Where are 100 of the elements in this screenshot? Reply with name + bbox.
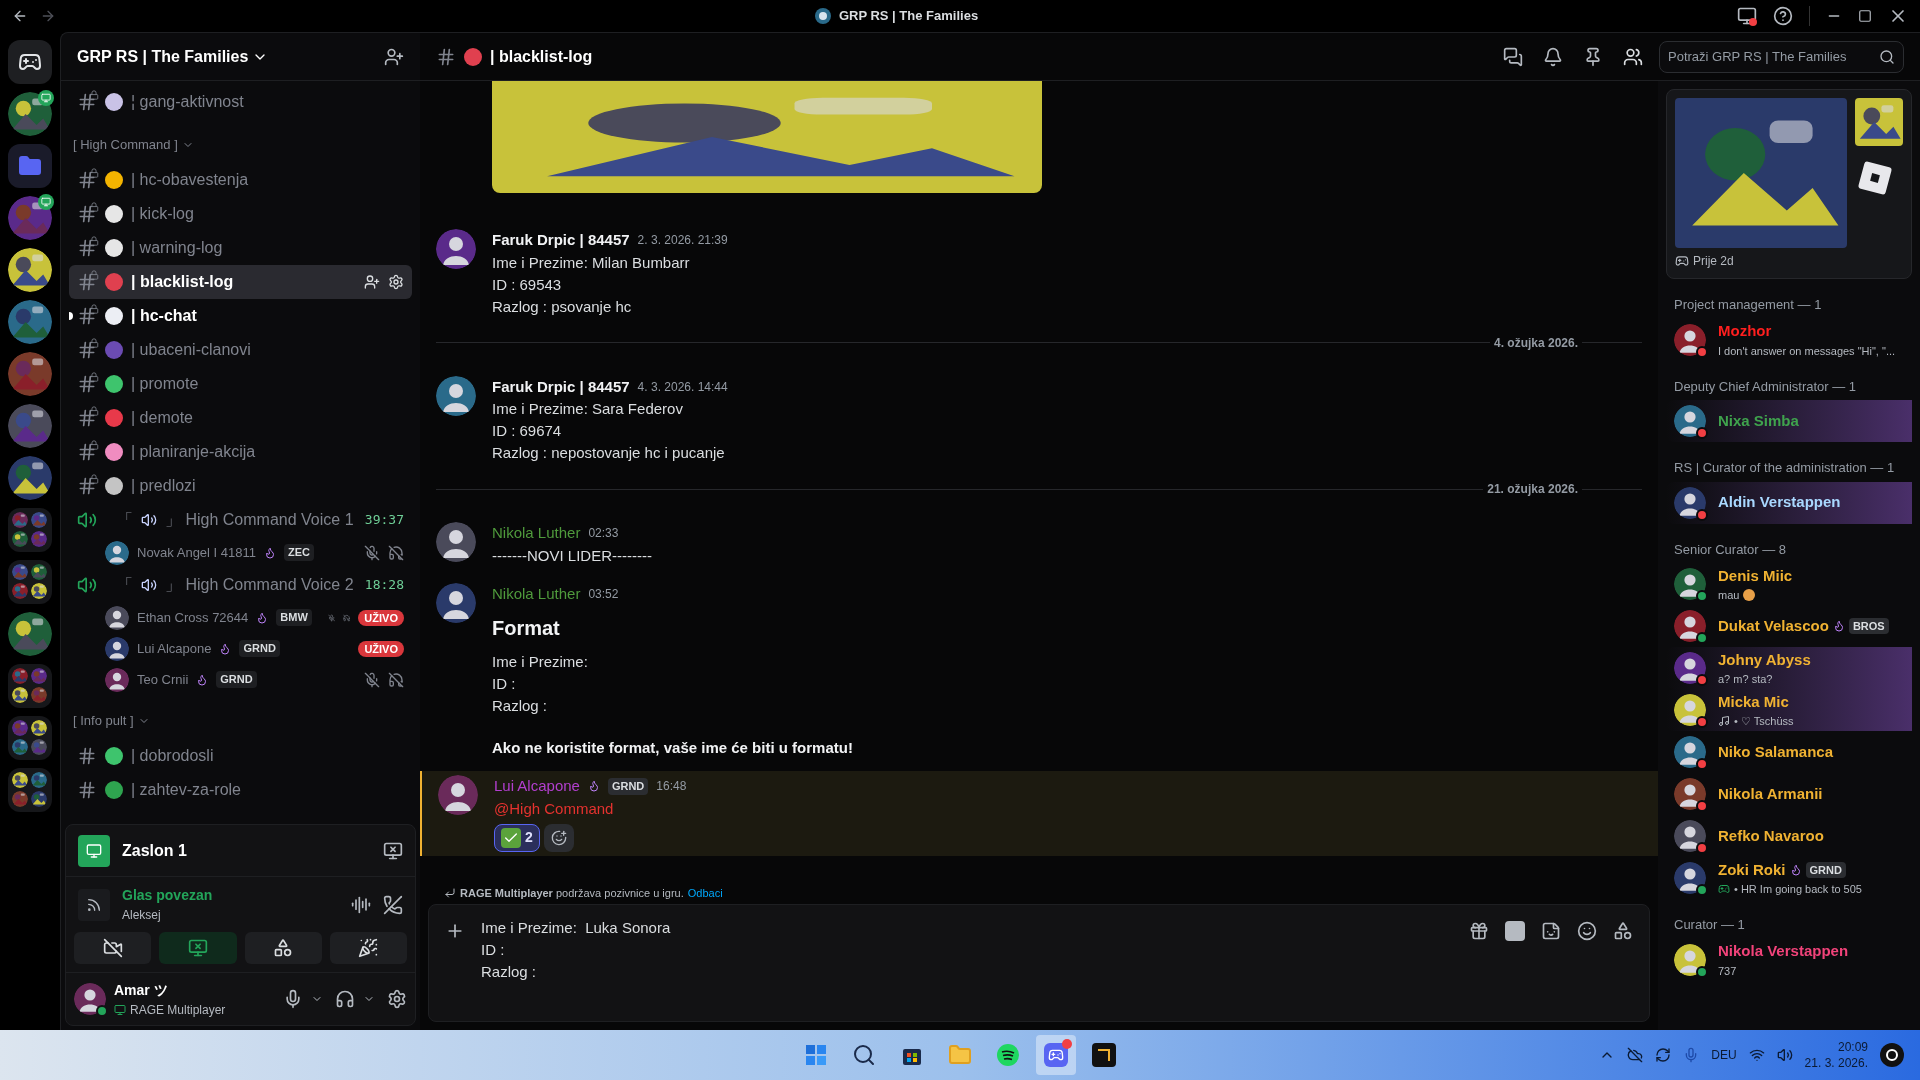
composer[interactable]: Ime i Prezime: Luka Sonora ID : Razlog : — [428, 904, 1650, 1022]
microphone-icon[interactable] — [283, 989, 303, 1009]
server-icon[interactable] — [8, 196, 52, 240]
server-icon[interactable] — [8, 352, 52, 396]
music-app-icon[interactable] — [996, 1043, 1020, 1067]
server-folder[interactable] — [8, 144, 52, 188]
author-name[interactable]: Nikola Luther — [492, 522, 581, 545]
author-name[interactable]: Lui Alcapone — [494, 775, 580, 798]
member-item[interactable]: Niko Salamanca — [1666, 731, 1912, 773]
activity-card[interactable]: Prije 2d — [1666, 89, 1912, 279]
avatar — [1674, 736, 1706, 768]
voice-button[interactable] — [244, 932, 322, 964]
member-item[interactable]: Denis Miic mau — [1666, 563, 1912, 605]
channel-item[interactable]: | planiranje-akcija — [69, 435, 412, 469]
author-name[interactable]: Faruk Drpic | 84457 — [492, 375, 630, 398]
channel-item[interactable]: | dobrodosli — [69, 739, 412, 773]
member-item[interactable]: Zoki Roki GRND • HR Im going back to 505 — [1666, 857, 1912, 899]
search-icon[interactable] — [1879, 48, 1895, 65]
clock[interactable]: 20:09 21. 3. 2026. — [1804, 1039, 1868, 1071]
cloud-off-icon[interactable] — [1627, 1047, 1644, 1063]
search-field[interactable]: Potraži GRP RS | The Families — [1668, 41, 1879, 72]
add-reaction-button[interactable] — [543, 823, 574, 852]
role-mention[interactable]: @High Command — [494, 797, 614, 820]
game-app-icon[interactable] — [1092, 1043, 1116, 1067]
server-folder[interactable] — [8, 716, 52, 760]
voice-member-name[interactable]: Ethan Cross 72644 — [137, 607, 249, 628]
member-item[interactable]: Mozhor I don't answer on messages "Hi", "... — [1666, 318, 1912, 361]
server-icon[interactable] — [8, 300, 52, 344]
voice-channel[interactable]: 「 」 High Command Voice 1 39:37 — [69, 503, 412, 537]
server-name[interactable]: GRP RS | The Families — [77, 44, 249, 69]
home-button[interactable] — [8, 40, 52, 84]
server-icon[interactable] — [8, 612, 52, 656]
voice-member-name[interactable]: Lui Alcapone — [137, 638, 212, 659]
dismiss-link[interactable]: Odbaci — [687, 884, 723, 902]
message-input[interactable]: Ime i Prezime: Luka Sonora ID : Razlog : — [481, 917, 1453, 983]
language-indicator[interactable]: DEU — [1711, 1046, 1737, 1064]
member-item[interactable]: Dukat Velascoo BROS — [1666, 605, 1912, 647]
apps-icon[interactable] — [1613, 921, 1633, 941]
voice-member-name[interactable]: Teo Crnii — [137, 669, 189, 690]
settings-icon[interactable] — [388, 274, 404, 290]
voice-channel-name[interactable]: Aleksej — [122, 906, 339, 924]
member-item[interactable]: Nikola Armanii — [1666, 773, 1912, 815]
invite-icon[interactable] — [384, 46, 404, 67]
bell-icon[interactable] — [1543, 46, 1563, 67]
wifi-icon[interactable] — [1748, 1047, 1765, 1063]
back-icon[interactable] — [12, 8, 28, 24]
author-name[interactable]: Faruk Drpic | 84457 — [492, 229, 630, 252]
channel-item[interactable]: | hc-chat — [69, 299, 412, 333]
reaction-button[interactable]: 2 — [494, 823, 540, 852]
voice-member-name[interactable]: Novak Angel I 41811 — [137, 542, 256, 563]
threads-icon[interactable] — [1503, 46, 1523, 67]
add-member-icon[interactable] — [364, 274, 380, 290]
channel-item[interactable]: | promote — [69, 367, 412, 401]
emoji-icon[interactable] — [1577, 921, 1597, 941]
inbox-icon[interactable] — [1737, 6, 1757, 26]
member-item[interactable]: Refko Navaroo — [1666, 815, 1912, 857]
volume-icon[interactable] — [1776, 1047, 1793, 1063]
search-icon[interactable] — [852, 1043, 876, 1067]
sticker-icon[interactable] — [1541, 921, 1561, 941]
server-icon[interactable] — [8, 456, 52, 500]
server-folder[interactable] — [8, 560, 52, 604]
channel-item[interactable]: ¦ gang-aktivnost — [69, 85, 412, 119]
channel-item[interactable]: | predlozi — [69, 469, 412, 503]
sync-icon[interactable] — [1655, 1047, 1672, 1063]
help-icon[interactable] — [1773, 6, 1793, 26]
voice-button[interactable] — [329, 932, 407, 964]
channel-item[interactable]: | zahtev-za-role — [69, 773, 412, 807]
category-header[interactable]: [ Info pult ] — [69, 707, 412, 735]
search-bar[interactable]: Potraži GRP RS | The Families — [1659, 40, 1904, 73]
maximize-icon[interactable] — [1858, 9, 1872, 23]
grid-icon[interactable] — [804, 1043, 828, 1067]
call-timer: 18:28 — [364, 576, 404, 595]
server-folder[interactable] — [8, 768, 52, 812]
members-icon[interactable] — [1623, 46, 1643, 67]
channel-item[interactable]: | warning-log — [69, 231, 412, 265]
camera-off-icon — [102, 938, 123, 958]
server-folder[interactable] — [8, 508, 52, 552]
settings-icon[interactable] — [387, 989, 407, 1009]
headphones-icon[interactable] — [335, 989, 355, 1009]
server-folder[interactable] — [8, 664, 52, 708]
voice-button[interactable] — [74, 932, 152, 964]
noise-icon[interactable] — [351, 894, 371, 915]
author-name[interactable]: Nikola Luther — [492, 582, 581, 605]
disconnect-icon[interactable] — [383, 894, 403, 915]
server-icon[interactable] — [8, 92, 52, 136]
stop-stream-icon[interactable] — [383, 840, 403, 861]
voice-channel[interactable]: 「 」 High Command Voice 2 18:28 — [69, 568, 412, 602]
member-item[interactable]: Nikola Verstappen 737 — [1666, 938, 1912, 981]
gift-icon[interactable] — [1469, 921, 1489, 941]
channel-item[interactable]: | hc-obavestenja — [69, 163, 412, 197]
channel-item[interactable]: | ubaceni-clanovi — [69, 333, 412, 367]
user-name[interactable]: Amar ツ — [114, 979, 275, 1001]
server-icon[interactable] — [8, 404, 52, 448]
channel-item[interactable]: | kick-log — [69, 197, 412, 231]
server-icon[interactable] — [8, 248, 52, 292]
channel-item[interactable]: | demote — [69, 401, 412, 435]
channel-item[interactable]: | blacklist-log — [69, 265, 412, 299]
category-header[interactable]: [ High Command ] — [69, 131, 412, 159]
pin-icon[interactable] — [1583, 46, 1603, 67]
notification-icon[interactable] — [1880, 1043, 1904, 1067]
